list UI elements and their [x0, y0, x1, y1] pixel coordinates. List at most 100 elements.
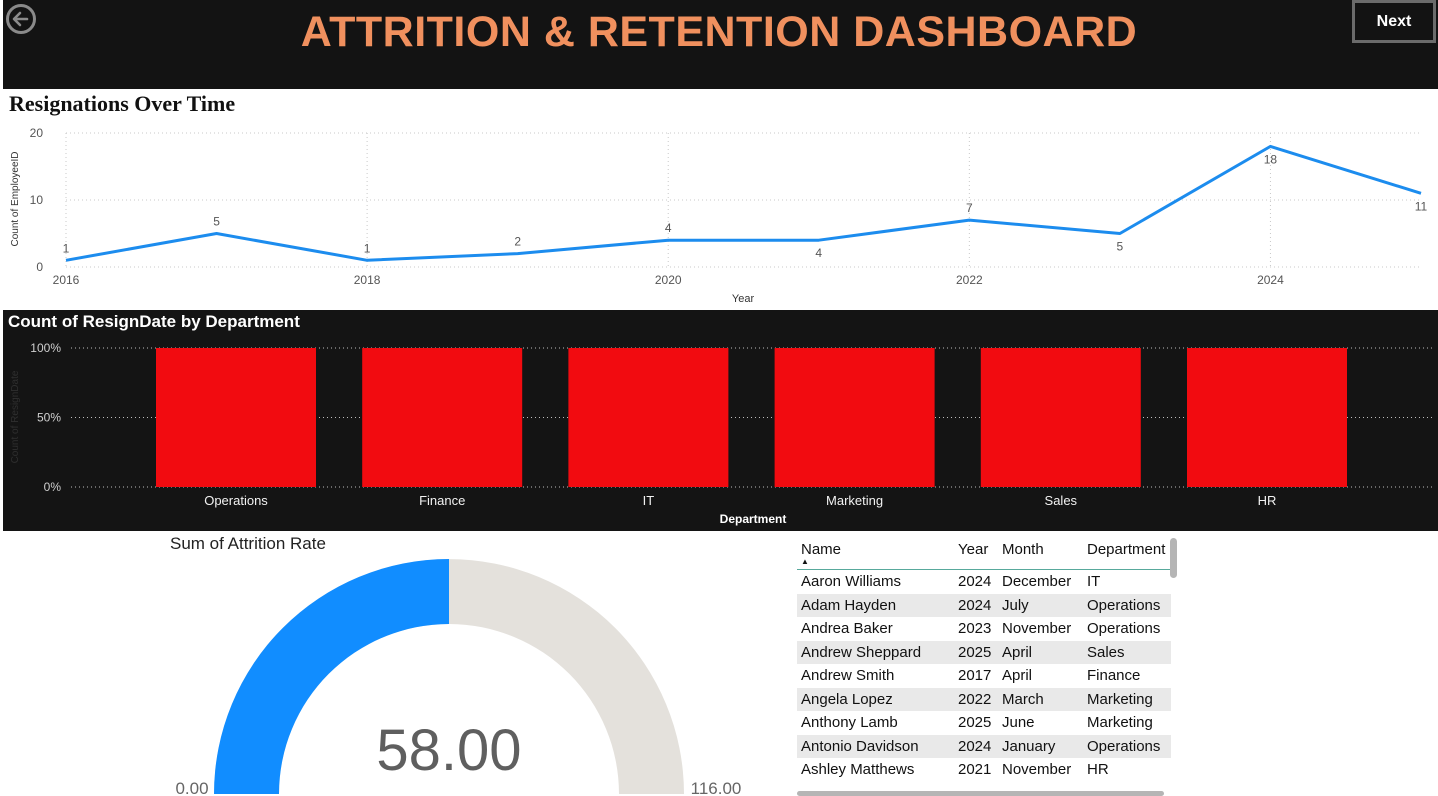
x-tick-label: IT: [643, 493, 655, 508]
column-header-year[interactable]: Year: [958, 541, 988, 558]
x-tick-label: 2020: [655, 273, 682, 287]
data-label: 1: [63, 241, 70, 255]
next-button[interactable]: Next: [1352, 0, 1436, 43]
resignations-line-chart: 0 10 20 2016 2018 2020 2022 2024 1 5 1 2 4 4 7 5 18 11 Yea…: [10, 126, 1428, 305]
data-label: 4: [665, 221, 672, 235]
x-tick-label: Sales: [1045, 493, 1078, 508]
x-tick-label: 2018: [354, 273, 381, 287]
x-tick-label: 2024: [1257, 273, 1284, 287]
cell-month: March: [1002, 690, 1044, 708]
table-row[interactable]: Aaron Williams 2024 December IT: [797, 570, 1171, 594]
cell-year: 2017: [958, 667, 992, 684]
table-vertical-scrollbar[interactable]: [1170, 538, 1177, 578]
cell-year: 2024: [958, 596, 992, 614]
cell-department: Marketing: [1087, 714, 1153, 731]
cell-year: 2024: [958, 737, 992, 755]
data-label: 18: [1264, 152, 1278, 166]
bar: [774, 348, 935, 487]
gauge-value: 58.00: [376, 718, 521, 783]
cell-month: January: [1002, 737, 1056, 755]
cell-year: 2022: [958, 690, 992, 708]
x-tick-label: 2022: [956, 273, 983, 287]
cell-month: November: [1002, 620, 1072, 637]
table-row[interactable]: Andrea Baker 2023 November Operations: [797, 617, 1171, 641]
table-row[interactable]: Adam Hayden 2024 July Operations: [797, 593, 1171, 617]
cell-year: 2024: [958, 573, 992, 590]
cell-department: IT: [1087, 573, 1101, 590]
series-line: [65, 144, 1422, 262]
cell-name: Anthony Lamb: [801, 714, 898, 731]
table-body: Aaron Williams 2024 December IT Adam Hayden…: [797, 570, 1171, 782]
data-label: 7: [966, 201, 973, 215]
gauge-min-label: 0.00: [175, 779, 208, 796]
bar: [980, 348, 1141, 487]
data-label: 1: [364, 241, 371, 255]
cell-year: 2023: [958, 620, 992, 637]
cell-department: Finance: [1087, 667, 1141, 684]
table-row[interactable]: Ashley Matthews 2021 November HR: [797, 758, 1171, 782]
x-tick-label: Finance: [419, 493, 465, 508]
table-row[interactable]: Andrew Sheppard 2025 April Sales: [797, 640, 1171, 664]
column-header-month[interactable]: Month: [1002, 541, 1044, 558]
cell-name: Andrew Sheppard: [801, 643, 922, 661]
resignation-table: Name ▲ Year Month Department Aaron Willi…: [797, 537, 1171, 796]
cell-name: Andrew Smith: [801, 667, 895, 684]
y-tick-label: 50%: [37, 411, 61, 425]
x-tick-label: Marketing: [826, 493, 883, 508]
data-label: 2: [514, 235, 521, 249]
sort-ascending-icon: ▲: [801, 557, 809, 566]
cell-month: April: [1002, 667, 1033, 684]
cell-department: Operations: [1087, 620, 1161, 637]
page-title: ATTRITION & RETENTION DASHBOARD: [300, 8, 1138, 56]
x-tick-label: Operations: [204, 493, 268, 508]
x-tick-label: HR: [1258, 493, 1277, 508]
cell-name: Adam Hayden: [801, 596, 897, 614]
cell-month: July: [1002, 596, 1029, 614]
data-label: 4: [815, 246, 822, 260]
department-bar-chart: 0% 50% 100% Operations Finance IT Marketing Sal…: [10, 341, 1433, 526]
cell-month: June: [1002, 714, 1035, 731]
data-label: 5: [1117, 240, 1124, 254]
bar: [156, 348, 316, 487]
cell-year: 2025: [958, 643, 992, 661]
cell-name: Angela Lopez: [801, 690, 893, 708]
cell-year: 2025: [958, 714, 992, 731]
column-header-department[interactable]: Department: [1087, 541, 1165, 558]
cell-month: April: [1002, 643, 1033, 661]
attrition-gauge: 58.00 0.00 116.00: [175, 559, 741, 796]
table-row[interactable]: Anthony Lamb 2025 June Marketing: [797, 711, 1171, 735]
data-label: 11: [1415, 199, 1428, 213]
x-tick-label: 2016: [53, 273, 80, 287]
y-tick-label: 20: [30, 126, 44, 140]
cell-department: Sales: [1087, 643, 1125, 661]
table-row[interactable]: Andrew Smith 2017 April Finance: [797, 664, 1171, 688]
y-tick-label: 0%: [44, 480, 62, 494]
cell-name: Antonio Davidson: [801, 737, 919, 755]
cell-month: December: [1002, 573, 1072, 590]
cell-department: Marketing: [1087, 690, 1153, 708]
line-chart-panel: Resignations Over Time 0 10 20 2016 2018 2020…: [3, 89, 1438, 310]
table-header: Name ▲ Year Month Department: [797, 537, 1171, 570]
cell-department: HR: [1087, 761, 1109, 778]
x-axis-title: Year: [732, 293, 755, 305]
cell-year: 2021: [958, 761, 992, 778]
table-row[interactable]: Antonio Davidson 2024 January Operations: [797, 734, 1171, 758]
cell-month: November: [1002, 761, 1072, 778]
y-tick-label: 10: [30, 193, 44, 207]
y-tick-label: 100%: [30, 341, 61, 355]
bar-chart-panel: Count of ResignDate by Department 0% 50% 1…: [3, 310, 1438, 531]
cell-name: Aaron Williams: [801, 573, 902, 590]
cell-department: Operations: [1087, 737, 1161, 755]
y-axis-title: Count of ResignDate: [10, 370, 21, 463]
bar: [362, 348, 523, 487]
cell-name: Andrea Baker: [801, 620, 893, 637]
column-header-name[interactable]: Name: [801, 541, 841, 558]
bar: [1187, 348, 1347, 487]
bar: [568, 348, 729, 487]
table-row[interactable]: Angela Lopez 2022 March Marketing: [797, 687, 1171, 711]
y-tick-label: 0: [36, 260, 43, 274]
cell-name: Ashley Matthews: [801, 761, 915, 778]
data-label: 5: [213, 215, 220, 229]
table-horizontal-scrollbar[interactable]: [797, 791, 1164, 796]
cell-department: Operations: [1087, 596, 1161, 614]
